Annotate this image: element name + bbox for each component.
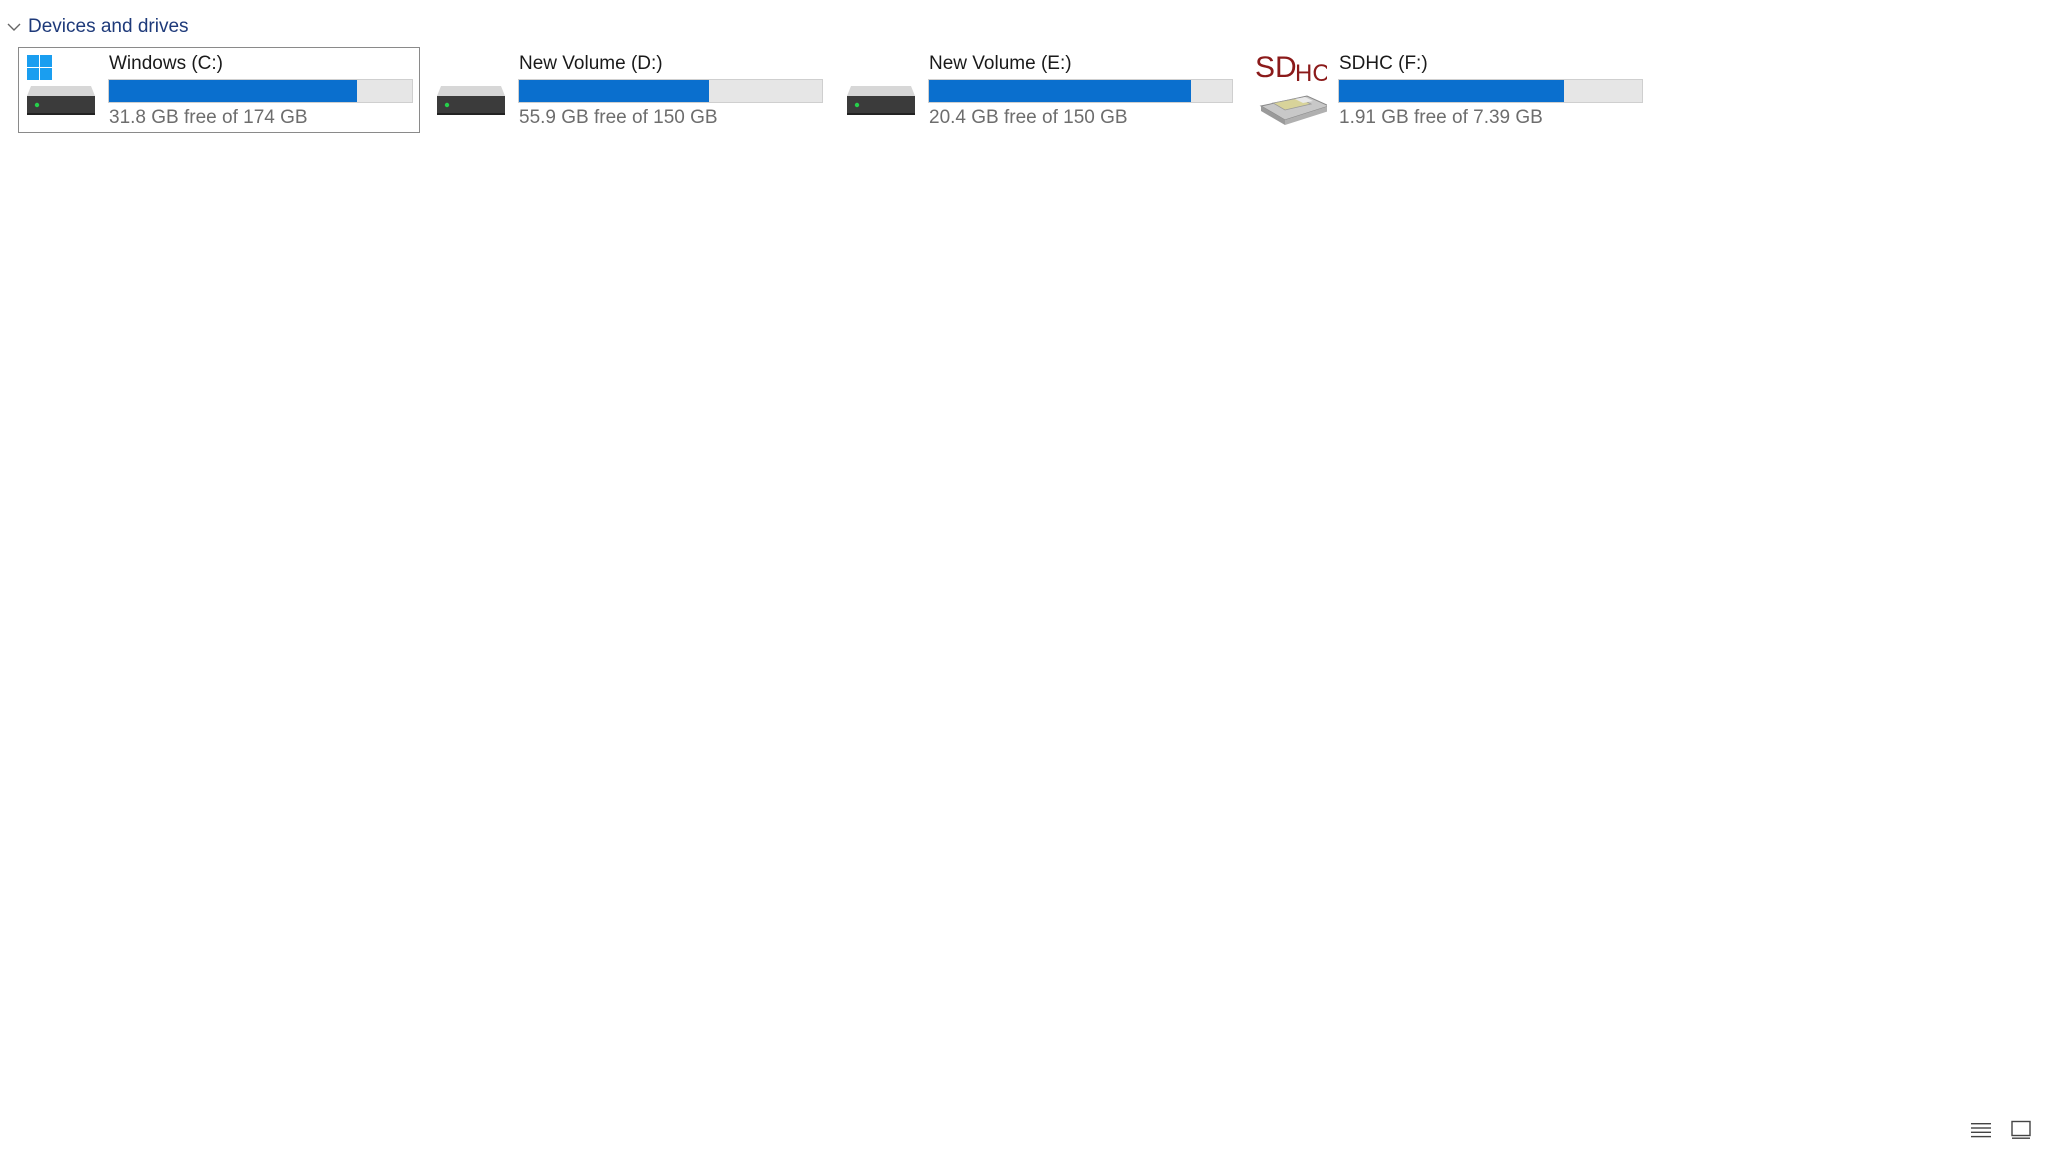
sdhc-logo-hc: HC <box>1295 60 1327 87</box>
drive-free-space: 20.4 GB free of 150 GB <box>929 107 1128 128</box>
sdhc-card-icon: SD HC <box>1255 51 1331 126</box>
section-title: Devices and drives <box>28 16 189 37</box>
drive-tile-e[interactable]: New Volume (E:) 20.4 GB free of 150 GB <box>838 47 1240 133</box>
drive-free-space: 1.91 GB free of 7.39 GB <box>1339 107 1543 128</box>
drive-free-space: 31.8 GB free of 174 GB <box>109 107 308 128</box>
details-view-icon <box>1971 1123 1991 1138</box>
drive-tile-c[interactable]: Windows (C:) 31.8 GB free of 174 GB <box>18 47 420 133</box>
details-view-button[interactable] <box>1968 1117 1994 1143</box>
windows-system-drive-icon <box>25 54 97 126</box>
chevron-down-icon[interactable] <box>4 17 24 37</box>
drive-usage-bar <box>928 79 1233 103</box>
drive-list: Windows (C:) 31.8 GB free of 174 GB New … <box>18 47 1658 133</box>
drive-tile-f[interactable]: SD HC SDHC (F:) 1.91 GB free of 7.39 GB <box>1248 47 1650 133</box>
drive-name: New Volume (E:) <box>929 53 1072 74</box>
drive-name: New Volume (D:) <box>519 53 663 74</box>
tiles-view-button[interactable] <box>2008 1117 2034 1143</box>
drive-usage-bar <box>518 79 823 103</box>
drive-usage-bar <box>108 79 413 103</box>
hard-drive-icon <box>435 54 507 126</box>
devices-and-drives-header[interactable]: Devices and drives <box>4 12 189 42</box>
drive-tile-d[interactable]: New Volume (D:) 55.9 GB free of 150 GB <box>428 47 830 133</box>
drive-usage-fill <box>1339 80 1564 102</box>
tiles-view-icon <box>2011 1120 2031 1139</box>
drive-name: SDHC (F:) <box>1339 53 1428 74</box>
drive-name: Windows (C:) <box>109 53 224 74</box>
drive-usage-fill <box>929 80 1191 102</box>
hard-drive-icon <box>845 54 917 126</box>
drive-usage-fill <box>519 80 709 102</box>
view-toggle-group <box>1968 1117 2034 1143</box>
drive-usage-bar <box>1338 79 1643 103</box>
drive-free-space: 55.9 GB free of 150 GB <box>519 107 718 128</box>
sdhc-logo-sd: SD <box>1255 54 1297 84</box>
file-explorer-content: Devices and drives Windows (C:) 31.8 GB … <box>0 0 2048 1153</box>
drive-usage-fill <box>109 80 357 102</box>
